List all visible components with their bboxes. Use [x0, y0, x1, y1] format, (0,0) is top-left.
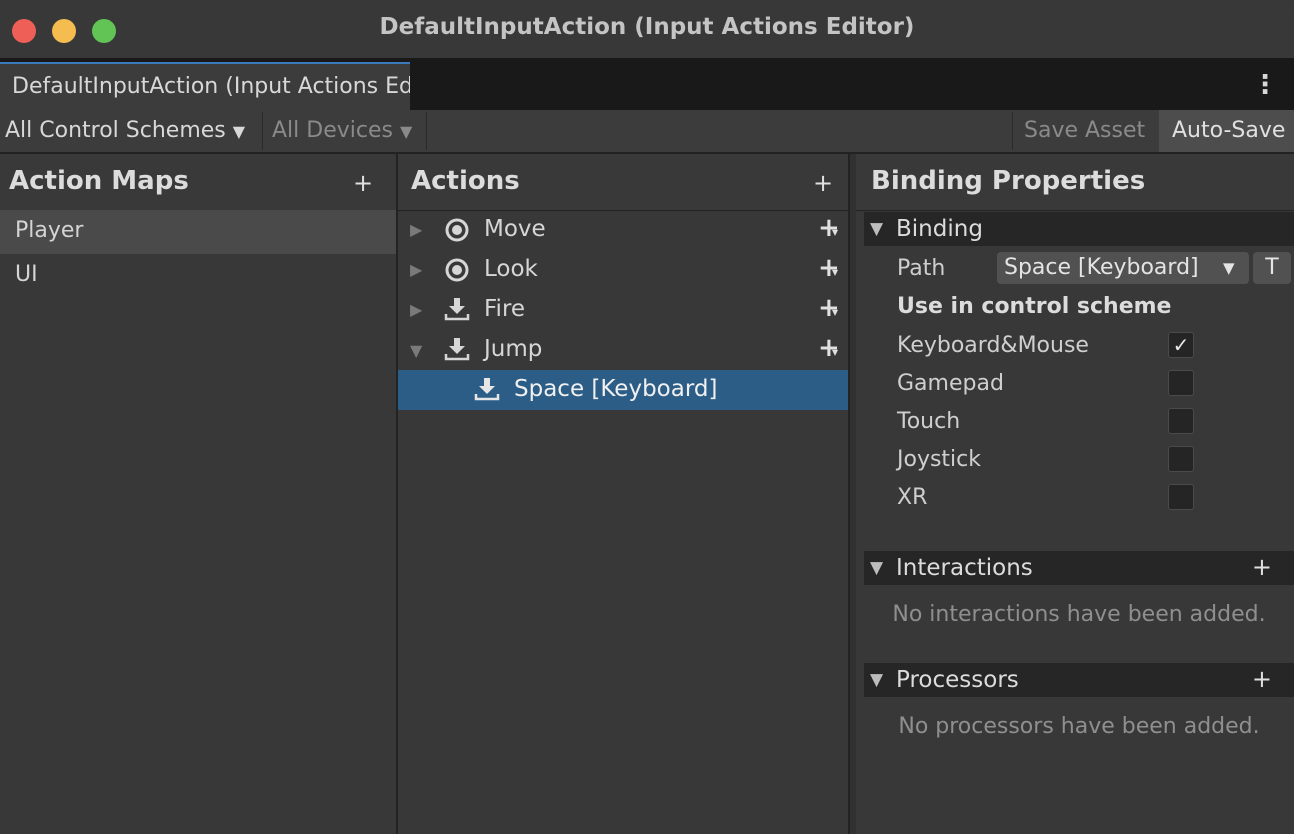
scheme-label: XR — [897, 485, 928, 510]
scheme-label: Touch — [897, 409, 961, 434]
editor-tab-label: DefaultInputAction (Input Actions Editor… — [12, 74, 410, 99]
action-label: Jump — [484, 336, 543, 362]
button-icon — [444, 338, 470, 361]
window-title: DefaultInputAction (Input Actions Editor… — [379, 14, 915, 40]
scheme-label: Keyboard&Mouse — [897, 333, 1089, 358]
add-binding-button[interactable]: + ▾ — [818, 293, 840, 323]
path-label: Path — [897, 256, 946, 281]
add-action-map-button[interactable]: + — [351, 171, 375, 195]
scheme-label: Joystick — [897, 447, 982, 472]
save-asset-button[interactable]: Save Asset — [1024, 110, 1145, 152]
chevron-down-icon: ▼ — [399, 122, 413, 141]
add-binding-button[interactable]: + ▾ — [818, 333, 840, 363]
expand-arrow-icon[interactable]: ▶ — [410, 220, 422, 239]
expand-arrow-icon[interactable]: ▶ — [410, 260, 422, 279]
action-row-jump[interactable]: ▼ Jump + ▾ — [398, 329, 850, 369]
binding-properties-title: Binding Properties — [871, 166, 1146, 196]
chevron-down-icon: ▼ — [1223, 259, 1235, 277]
processors-empty-message: No processors have been added. — [898, 714, 1260, 739]
action-label: Look — [484, 256, 538, 282]
devices-label: All Devices — [272, 118, 393, 143]
control-schemes-label: All Control Schemes — [5, 118, 226, 143]
button-icon — [444, 298, 470, 321]
action-row-look[interactable]: ▶ Look + ▾ — [398, 249, 850, 289]
keyboard-mouse-checkbox[interactable]: ✓ — [1168, 332, 1194, 358]
processors-section-header[interactable]: ▼ Processors + — [864, 663, 1294, 697]
add-processor-button[interactable]: + — [1252, 665, 1272, 693]
scheme-label: Gamepad — [897, 371, 1004, 396]
add-binding-button[interactable]: + ▾ — [818, 253, 840, 283]
binding-label: Space [Keyboard] — [514, 376, 718, 402]
control-scheme-heading: Use in control scheme — [897, 294, 1172, 319]
chevron-down-icon: ▼ — [232, 122, 246, 141]
add-interaction-button[interactable]: + — [1252, 553, 1272, 581]
action-map-item[interactable]: Player — [0, 210, 396, 254]
add-action-button[interactable]: + — [811, 171, 835, 195]
binding-row-space-keyboard[interactable]: Space [Keyboard] — [398, 370, 854, 410]
action-map-label: Player — [15, 218, 84, 243]
kebab-menu-icon[interactable]: ⋮ — [1252, 70, 1278, 100]
expand-arrow-icon[interactable]: ▶ — [410, 300, 422, 319]
devices-dropdown[interactable]: All Devices ▼ — [272, 110, 412, 152]
collapse-arrow-icon: ▼ — [870, 558, 884, 578]
stick-icon — [445, 258, 469, 282]
touch-checkbox[interactable] — [1168, 408, 1194, 434]
interactions-empty-message: No interactions have been added. — [892, 602, 1266, 627]
joystick-checkbox[interactable] — [1168, 446, 1194, 472]
text-mode-button[interactable]: T — [1253, 252, 1291, 284]
action-map-item[interactable]: UI — [0, 254, 396, 298]
action-maps-title: Action Maps — [9, 166, 189, 196]
toolbar-divider — [426, 112, 427, 150]
toolbar-divider — [262, 112, 263, 150]
interactions-section-header[interactable]: ▼ Interactions + — [864, 551, 1294, 585]
collapse-arrow-icon: ▼ — [870, 670, 884, 690]
action-row-fire[interactable]: ▶ Fire + ▾ — [398, 289, 850, 329]
action-label: Move — [484, 216, 546, 242]
action-label: Fire — [484, 296, 526, 322]
auto-save-toggle[interactable]: Auto-Save — [1172, 110, 1285, 152]
binding-section-header[interactable]: ▼ Binding — [864, 212, 1294, 246]
path-dropdown[interactable]: Space [Keyboard] ▼ — [997, 252, 1249, 284]
stick-icon — [445, 218, 469, 242]
action-map-label: UI — [15, 262, 38, 287]
action-row-move[interactable]: ▶ Move + ▾ — [398, 209, 850, 249]
button-icon — [474, 378, 500, 401]
interactions-section-label: Interactions — [896, 555, 1033, 581]
collapse-arrow-icon: ▼ — [870, 219, 884, 239]
add-binding-button[interactable]: + ▾ — [818, 213, 840, 243]
collapse-arrow-icon[interactable]: ▼ — [410, 341, 422, 360]
processors-section-label: Processors — [896, 667, 1019, 693]
actions-title: Actions — [411, 166, 520, 196]
toolbar-divider — [1012, 112, 1013, 150]
binding-section-label: Binding — [896, 216, 983, 242]
gamepad-checkbox[interactable] — [1168, 370, 1194, 396]
editor-tab[interactable]: DefaultInputAction (Input Actions Editor… — [0, 62, 410, 110]
path-value: Space [Keyboard] — [1004, 255, 1199, 280]
xr-checkbox[interactable] — [1168, 484, 1194, 510]
control-schemes-dropdown[interactable]: All Control Schemes ▼ — [5, 110, 245, 152]
